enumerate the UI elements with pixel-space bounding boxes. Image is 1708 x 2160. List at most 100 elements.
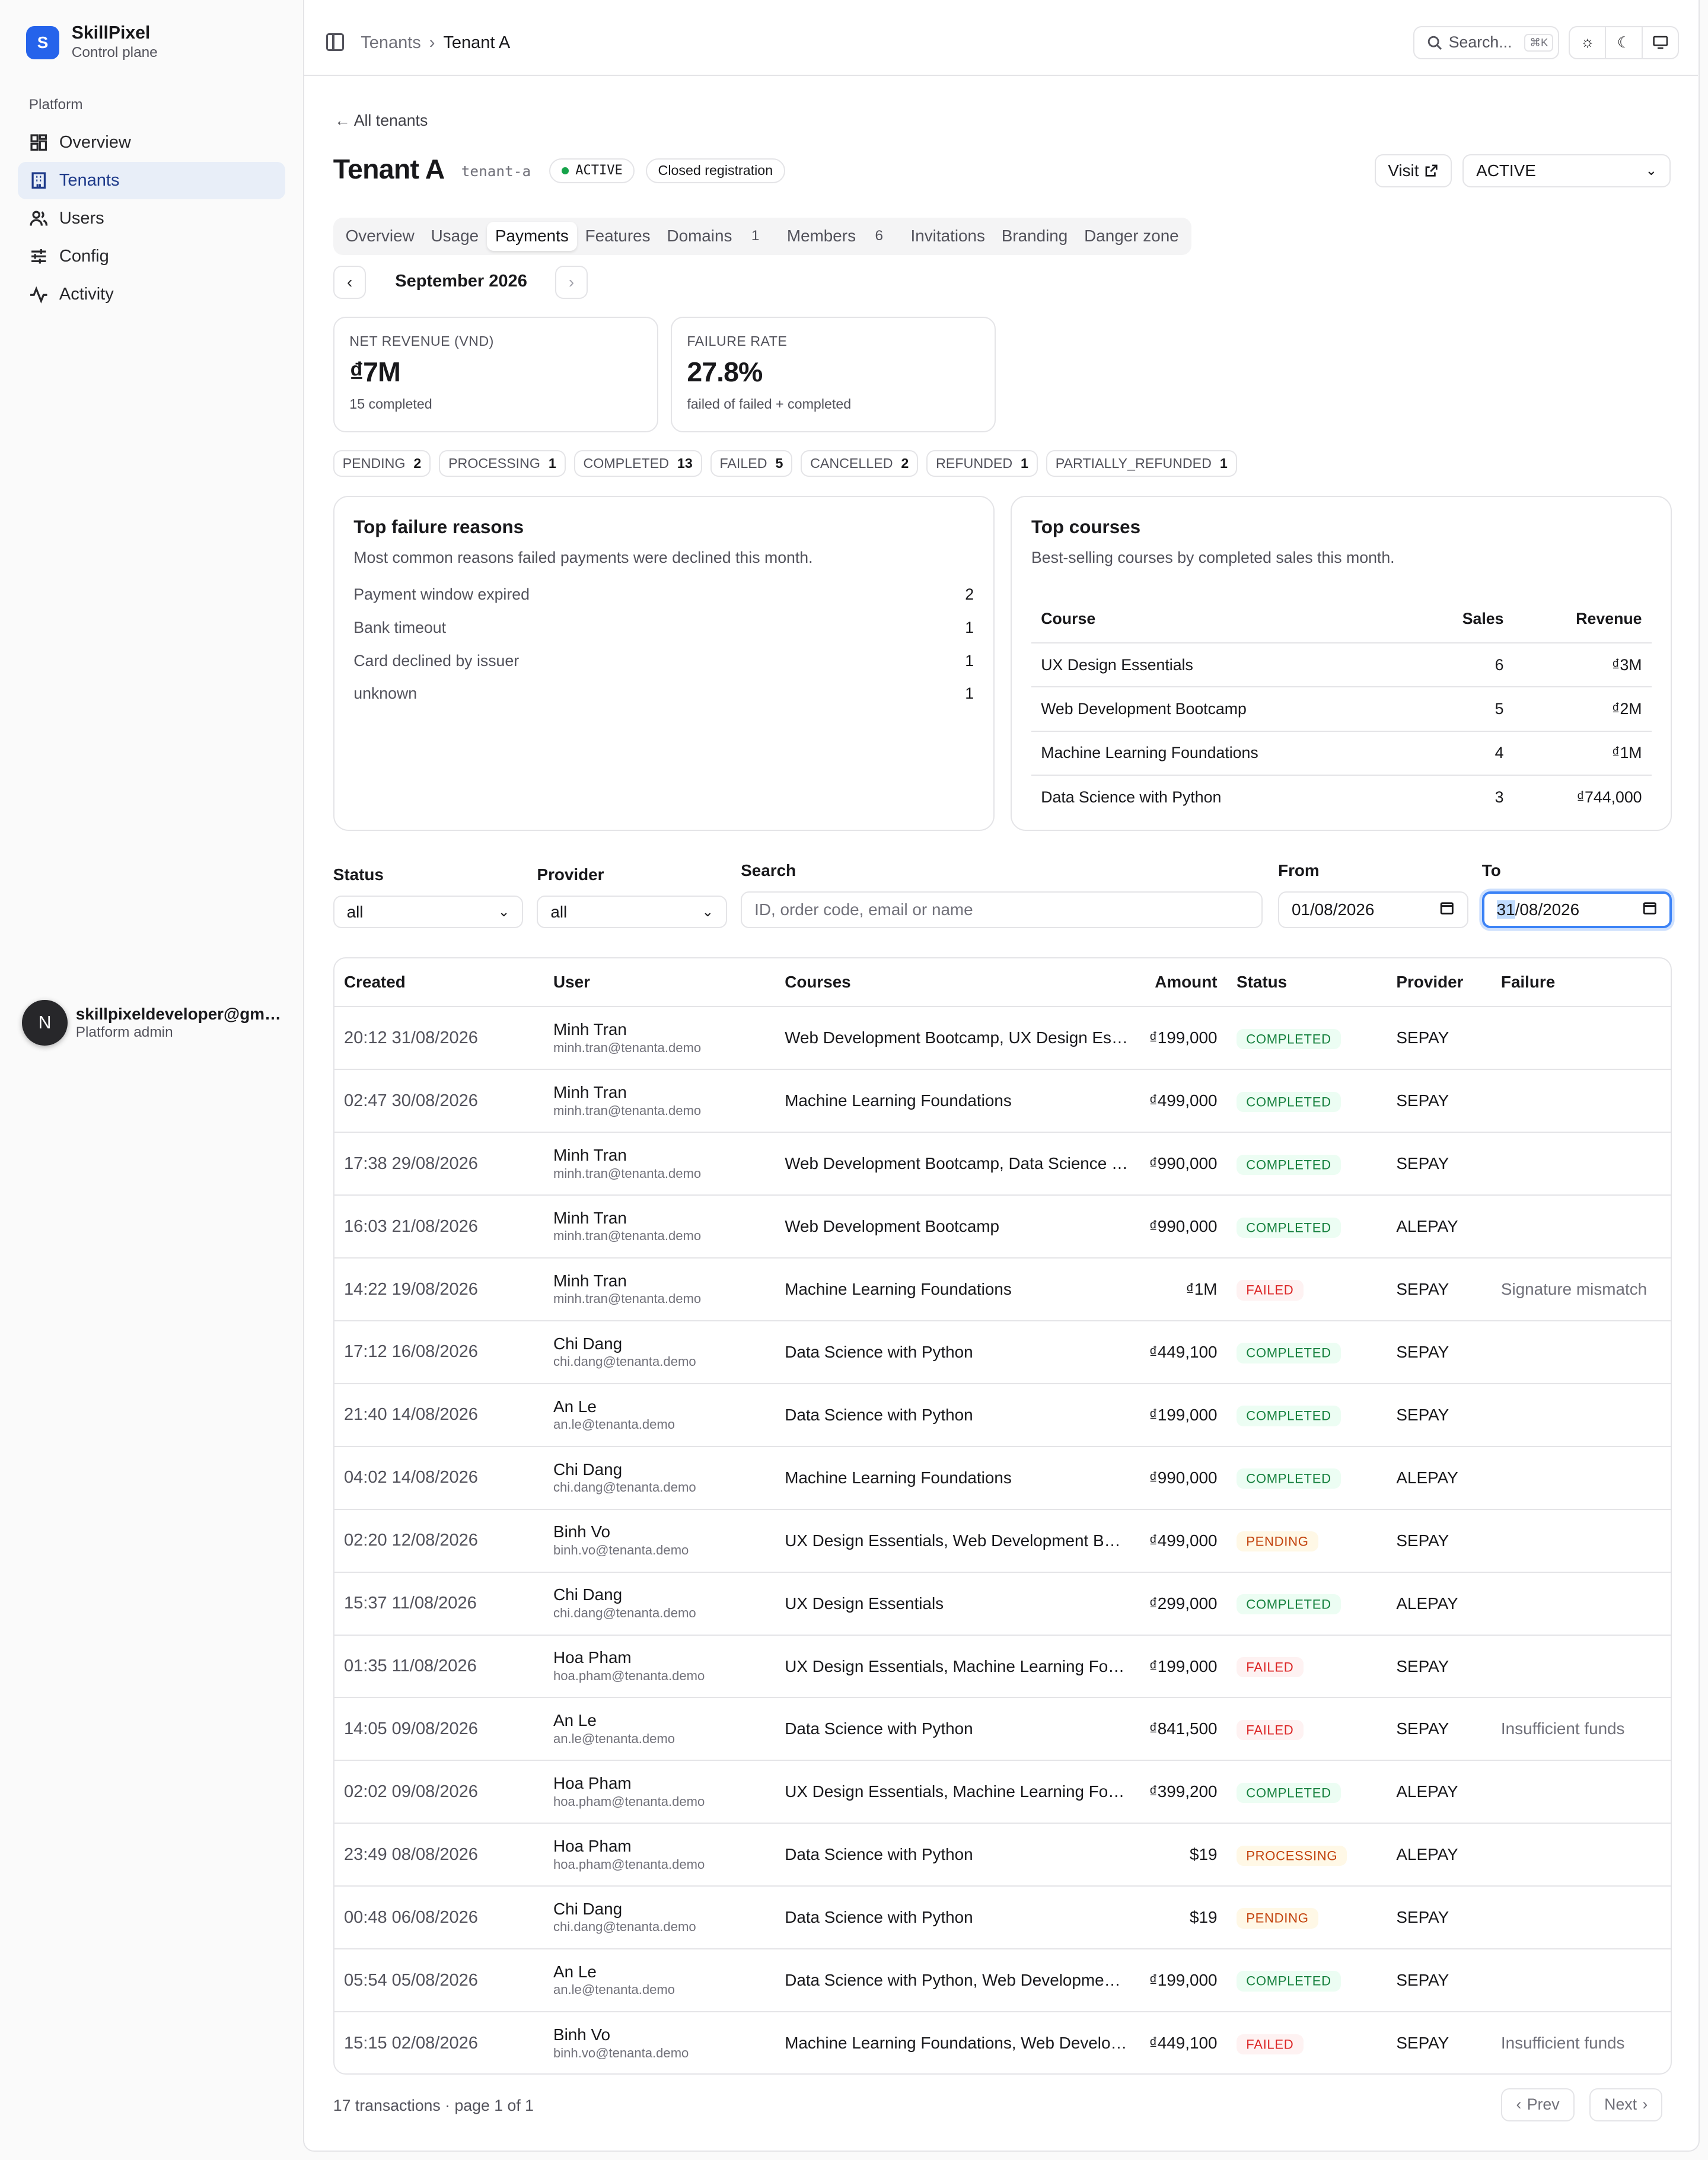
prev-label: Prev (1527, 2095, 1560, 2114)
column-header: Revenue (1513, 595, 1652, 643)
back-link[interactable]: ← All tenants (334, 111, 428, 130)
provider-cell: SEPAY (1387, 1697, 1492, 1761)
table-row[interactable]: 14:22 19/08/2026 Minh Tran minh.tran@tenan… (334, 1258, 1671, 1322)
table-row[interactable]: 20:12 31/08/2026 Minh Tran minh.tran@tenan… (334, 1006, 1671, 1071)
status-cell: FAILED (1226, 1258, 1387, 1322)
users-icon (30, 211, 47, 226)
course-sales: 4 (1414, 731, 1513, 776)
user-email: chi.dang@tenanta.demo (553, 1354, 696, 1369)
course-revenue: ₫1M (1513, 731, 1652, 776)
table-row[interactable]: 15:37 11/08/2026 Chi Dang chi.dang@tenanta… (334, 1572, 1671, 1636)
chevron-left-icon: ‹ (1516, 2095, 1522, 2114)
tab-features[interactable]: Features (577, 222, 659, 251)
chip-label: PARTIALLY_REFUNDED (1055, 455, 1212, 471)
status-cell: COMPLETED (1226, 1383, 1387, 1447)
stat-label: NET REVENUE (VND) (349, 333, 494, 349)
table-row[interactable]: 16:03 21/08/2026 Minh Tran minh.tran@tenan… (334, 1195, 1671, 1259)
breadcrumb-tenants[interactable]: Tenants (361, 33, 421, 53)
user-email: an.le@tenanta.demo (553, 1982, 675, 1997)
courses-cell: Machine Learning Foundations (775, 1446, 1139, 1510)
table-row[interactable]: 17:12 16/08/2026 Chi Dang chi.dang@tenanta… (334, 1321, 1671, 1384)
table-row[interactable]: 02:20 12/08/2026 Binh Vo binh.vo@tenanta.d… (334, 1509, 1671, 1573)
card-title: Top failure reasons (353, 516, 524, 537)
table-row[interactable]: 15:15 02/08/2026 Binh Vo binh.vo@tenanta.d… (334, 2012, 1671, 2073)
visit-button[interactable]: Visit (1374, 154, 1452, 187)
tab-invitations[interactable]: Invitations (903, 222, 993, 251)
status-filter-select[interactable]: all ⌄ (333, 895, 524, 929)
date-rest: /08/2026 (1515, 900, 1580, 919)
sidebar-toggle-icon[interactable] (326, 33, 345, 51)
status-filter-label: Status (333, 865, 384, 884)
calendar-icon[interactable] (1439, 900, 1455, 920)
reason-label: Bank timeout (353, 618, 447, 636)
table-row[interactable]: 02:02 09/08/2026 Hoa Pham hoa.pham@tenanta… (334, 1760, 1671, 1824)
to-date-input[interactable]: 31/08/2026 (1481, 891, 1672, 929)
sidebar-item-config[interactable]: Config (18, 238, 285, 275)
table-row[interactable]: 01:35 11/08/2026 Hoa Pham hoa.pham@tenanta… (334, 1635, 1671, 1699)
search-label: Search... (1448, 33, 1512, 52)
status-cell: COMPLETED (1226, 1760, 1387, 1824)
sidebar-item-users[interactable]: Users (18, 200, 285, 237)
status-badge: COMPLETED (1237, 1154, 1341, 1175)
sidebar-item-label: Users (59, 209, 104, 228)
chip-label: PENDING (342, 455, 406, 471)
next-button[interactable]: Next › (1589, 2088, 1663, 2121)
monitor-icon[interactable] (1643, 27, 1678, 58)
calendar-icon[interactable] (1642, 900, 1658, 920)
provider-cell: ALEPAY (1387, 1446, 1492, 1510)
user-name: Minh Tran (553, 1271, 627, 1290)
courses-cell: Web Development Bootcamp, Data Science w… (775, 1132, 1139, 1196)
visit-label: Visit (1388, 161, 1419, 180)
column-header: Provider (1387, 958, 1492, 1008)
provider-cell: SEPAY (1387, 1383, 1492, 1447)
table-row[interactable]: 23:49 08/08/2026 Hoa Pham hoa.pham@tenanta… (334, 1823, 1671, 1887)
next-label: Next (1604, 2095, 1637, 2114)
column-header: Failure (1491, 958, 1671, 1008)
brand[interactable]: S SkillPixel Control plane (26, 23, 158, 62)
prev-button[interactable]: ‹ Prev (1501, 2088, 1575, 2121)
table-row[interactable]: 04:02 14/08/2026 Chi Dang chi.dang@tenanta… (334, 1446, 1671, 1510)
status-cell: PENDING (1226, 1886, 1387, 1950)
sidebar-item-tenants[interactable]: Tenants (18, 162, 285, 199)
search-input[interactable]: ID, order code, email or name (741, 891, 1263, 929)
tab-label: Branding (1001, 227, 1068, 246)
table-row[interactable]: 05:54 05/08/2026 An Le an.le@tenanta.demo D… (334, 1949, 1671, 2012)
user-menu[interactable]: N skillpixeldeveloper@gm… Platform admin (22, 1000, 281, 1046)
chevron-right-icon[interactable]: › (555, 266, 588, 299)
user-name: Minh Tran (553, 1208, 627, 1227)
user-email: hoa.pham@tenanta.demo (553, 1793, 705, 1809)
table-row[interactable]: 02:47 30/08/2026 Minh Tran minh.tran@tenan… (334, 1069, 1671, 1133)
tab-payments[interactable]: Payments (487, 221, 577, 251)
main-content: Tenants › Tenant A Search... ⌘K ☼ ☾ ← Al… (302, 0, 1700, 2152)
moon-icon[interactable]: ☾ (1606, 27, 1643, 58)
chevron-left-icon[interactable]: ‹ (333, 266, 367, 299)
tab-branding[interactable]: Branding (993, 222, 1076, 251)
tab-members[interactable]: Members 6 (779, 222, 903, 251)
sidebar-item-overview[interactable]: Overview (18, 124, 285, 161)
provider-filter-select[interactable]: all ⌄ (537, 895, 727, 929)
table-row[interactable]: 21:40 14/08/2026 An Le an.le@tenanta.demo D… (334, 1383, 1671, 1447)
user-cell: Hoa Pham hoa.pham@tenanta.demo (543, 1823, 775, 1887)
breadcrumb: Tenants › Tenant A (361, 33, 510, 53)
user-cell: An Le an.le@tenanta.demo (543, 1949, 775, 2012)
amount-cell: ₫199,000 (1139, 1949, 1227, 2012)
sun-icon[interactable]: ☼ (1570, 27, 1607, 58)
amount-cell: ₫499,000 (1139, 1069, 1227, 1133)
courses-cell: UX Design Essentials, Machine Learning F… (775, 1760, 1139, 1824)
user-name: Minh Tran (553, 1146, 627, 1165)
courses-cell: Data Science with Python (775, 1886, 1139, 1950)
search-button[interactable]: Search... ⌘K (1413, 26, 1559, 59)
table-row[interactable]: 00:48 06/08/2026 Chi Dang chi.dang@tenanta… (334, 1886, 1671, 1950)
user-email: minh.tran@tenanta.demo (553, 1165, 702, 1181)
tab-usage[interactable]: Usage (423, 222, 487, 251)
failure-cell (1491, 1635, 1671, 1699)
sidebar-item-activity[interactable]: Activity (18, 276, 285, 313)
tab-domains[interactable]: Domains 1 (659, 222, 779, 251)
table-row[interactable]: 17:38 29/08/2026 Minh Tran minh.tran@tenan… (334, 1132, 1671, 1196)
status-cell: FAILED (1226, 1697, 1387, 1761)
table-row[interactable]: 14:05 09/08/2026 An Le an.le@tenanta.demo D… (334, 1697, 1671, 1761)
tab-danger-zone[interactable]: Danger zone (1076, 222, 1187, 251)
from-date-input[interactable]: 01/08/2026 (1278, 891, 1468, 929)
tab-overview[interactable]: Overview (337, 222, 423, 251)
status-select[interactable]: ACTIVE ⌄ (1462, 154, 1671, 187)
